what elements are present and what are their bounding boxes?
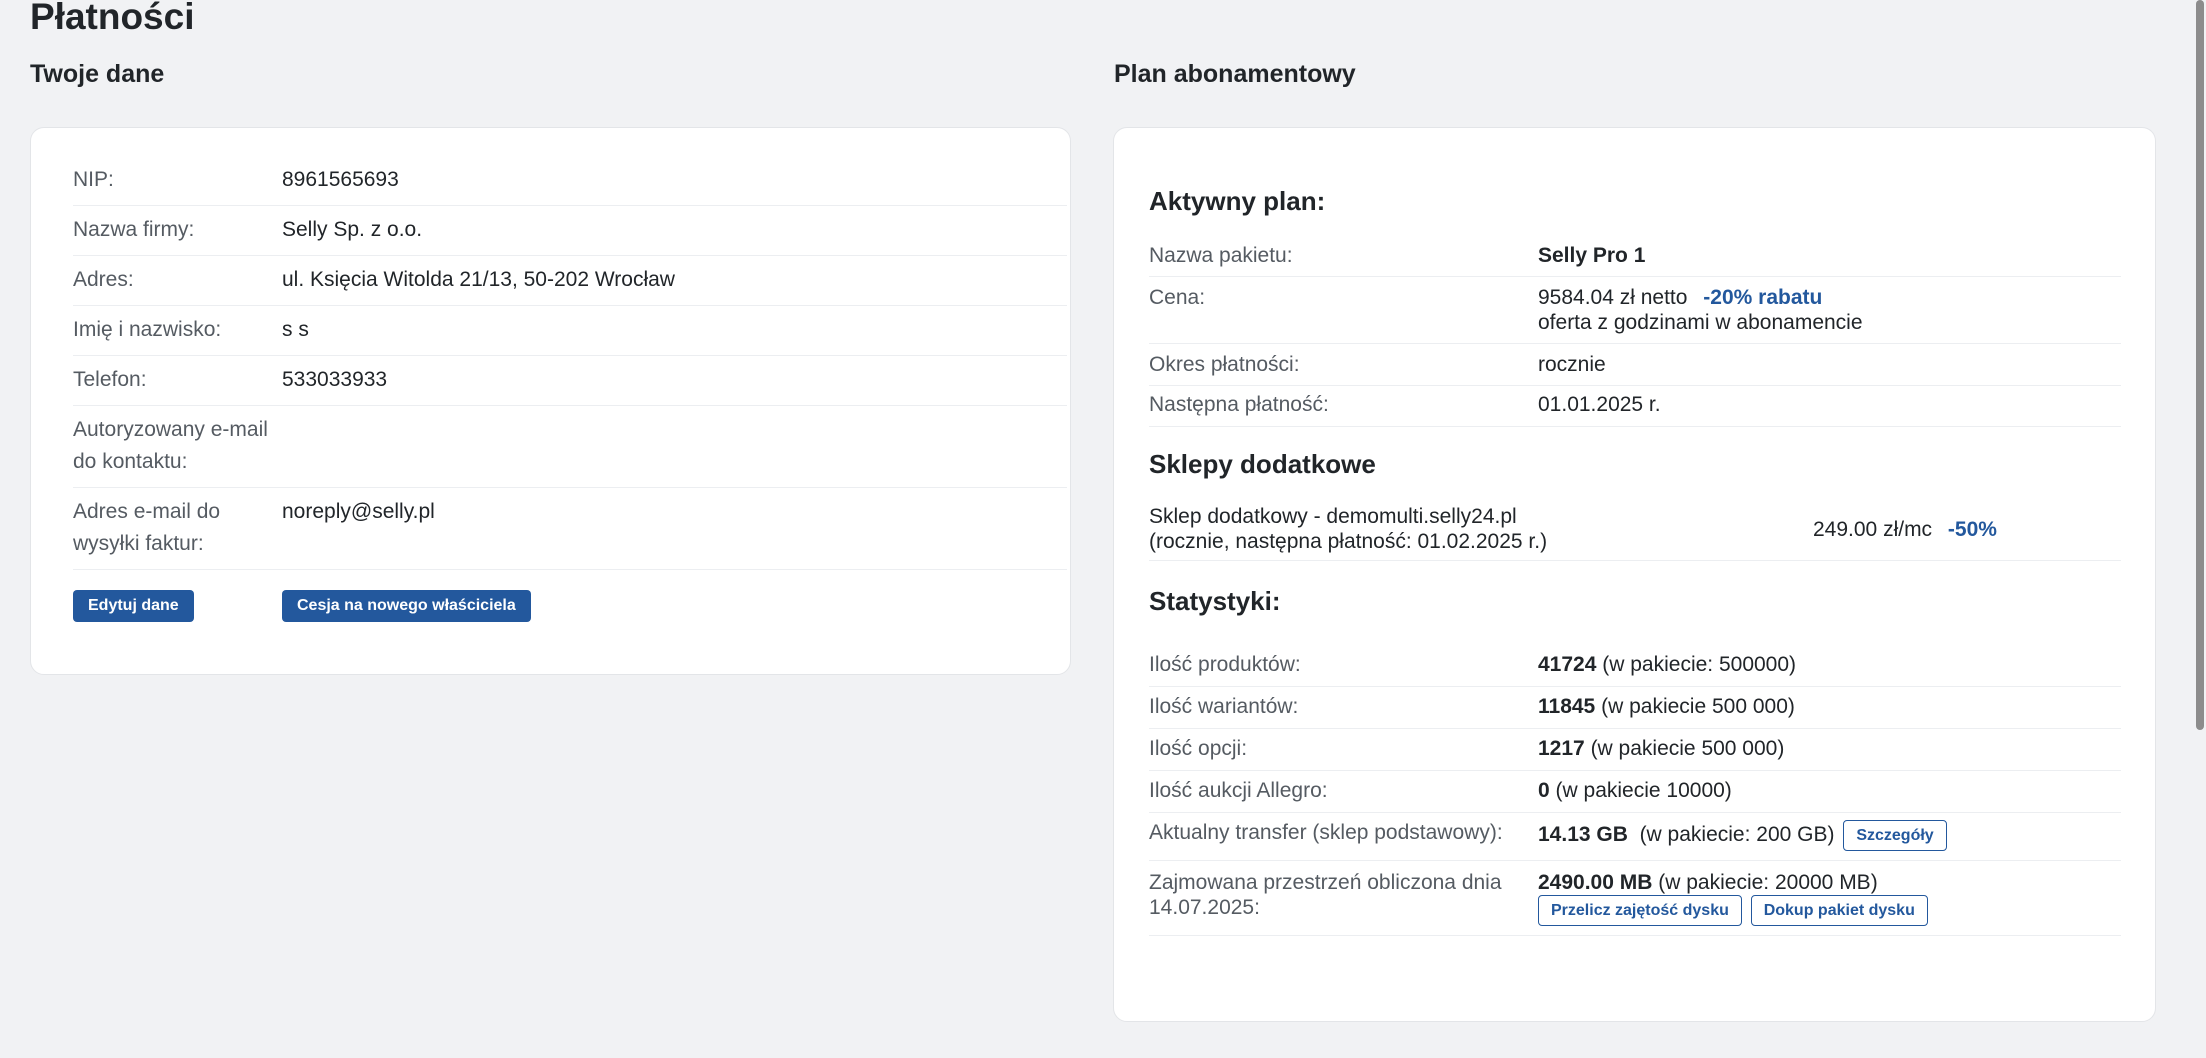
section-title-your-data: Twoje dane	[30, 60, 165, 88]
extra-shop-billing: (rocznie, następna płatność: 01.02.2025 …	[1149, 530, 1548, 553]
price-label: Cena:	[1149, 286, 1206, 309]
row-extra-shop: Sklep dodatkowy - demomulti.selly24.pl (…	[1149, 500, 2121, 561]
scrollbar-track[interactable]	[2193, 0, 2206, 1058]
row-invoice-email: Adres e-mail do wysyłki faktur: noreply@…	[73, 488, 1067, 570]
payment-period-label: Okres płatności:	[1149, 353, 1300, 376]
row-address: Adres: ul. Księcia Witolda 21/13, 50-202…	[73, 256, 1067, 306]
phone-value: 533033933	[282, 368, 388, 391]
nip-label: NIP:	[73, 168, 114, 191]
full-name-label: Imię i nazwisko:	[73, 318, 222, 341]
company-actions: Edytuj dane Cesja na nowego właściciela	[73, 570, 1067, 622]
row-payment-period: Okres płatności: rocznie	[1149, 344, 2121, 386]
company-data-card: NIP: 8961565693 Nazwa firmy: Selly Sp. z…	[30, 127, 1071, 675]
section-title-subscription-plan: Plan abonamentowy	[1114, 60, 1356, 88]
contact-email-label: Autoryzowany e-mail do kontaktu:	[73, 418, 268, 473]
transfer-details-button[interactable]: Szczegóły	[1843, 820, 1947, 851]
disk-usage-label: Zajmowana przestrzeń obliczona dnia 14.0…	[1149, 871, 1502, 919]
address-value: ul. Księcia Witolda 21/13, 50-202 Wrocła…	[282, 268, 675, 291]
options-label: Ilość opcji:	[1149, 737, 1248, 760]
transfer-label: Aktualny transfer (sklep podstawowy):	[1149, 821, 1503, 844]
products-value: 41724 (w pakiecie: 500000)	[1538, 653, 1797, 676]
package-name-value: Selly Pro 1	[1538, 244, 1646, 267]
full-name-value: s s	[282, 318, 309, 341]
row-variants: Ilość wariantów: 11845 (w pakiecie 500 0…	[1149, 687, 2121, 729]
edit-data-button[interactable]: Edytuj dane	[73, 590, 194, 622]
price-amount: 9584.04 zł netto	[1538, 286, 1688, 309]
variants-label: Ilość wariantów:	[1149, 695, 1299, 718]
extra-shop-description: Sklep dodatkowy - demomulti.selly24.pl (…	[1149, 504, 1813, 554]
row-full-name: Imię i nazwisko: s s	[73, 306, 1067, 356]
contact-email-value	[282, 414, 1067, 478]
products-label: Ilość produktów:	[1149, 653, 1301, 676]
edit-button-cell: Edytuj dane	[73, 590, 282, 622]
disk-usage-value: 2490.00 MB (w pakiecie: 20000 MB) Przeli…	[1538, 870, 2121, 926]
row-products: Ilość produktów: 41724 (w pakiecie: 5000…	[1149, 645, 2121, 687]
page-title: Płatności	[30, 0, 195, 37]
row-next-payment: Następna płatność: 01.01.2025 r.	[1149, 386, 2121, 427]
package-name-label: Nazwa pakietu:	[1149, 244, 1293, 267]
plan-content: Aktywny plan: Nazwa pakietu: Selly Pro 1…	[1149, 128, 2121, 936]
next-payment-label: Następna płatność:	[1149, 393, 1329, 416]
payment-period-value: rocznie	[1538, 353, 1606, 376]
next-payment-value: 01.01.2025 r.	[1538, 393, 1661, 416]
allegro-auctions-label: Ilość aukcji Allegro:	[1149, 779, 1328, 802]
invoice-email-label: Adres e-mail do wysyłki faktur:	[73, 500, 221, 555]
company-data-table: NIP: 8961565693 Nazwa firmy: Selly Sp. z…	[73, 156, 1067, 622]
statistics-heading: Statystyki:	[1149, 586, 1281, 616]
row-transfer: Aktualny transfer (sklep podstawowy): 14…	[1149, 813, 2121, 861]
company-name-value: Selly Sp. z o.o.	[282, 218, 423, 241]
row-options: Ilość opcji: 1217 (w pakiecie 500 000)	[1149, 729, 2121, 771]
phone-label: Telefon:	[73, 368, 147, 391]
buy-disk-package-button[interactable]: Dokup pakiet dysku	[1750, 895, 1928, 926]
row-company-name: Nazwa firmy: Selly Sp. z o.o.	[73, 206, 1067, 256]
transfer-ownership-button[interactable]: Cesja na nowego właściciela	[282, 590, 531, 622]
row-disk-usage: Zajmowana przestrzeń obliczona dnia 14.0…	[1149, 861, 2121, 936]
price-note: oferta z godzinami w abonamencie	[1538, 311, 1863, 334]
subscription-plan-card: Aktywny plan: Nazwa pakietu: Selly Pro 1…	[1113, 127, 2156, 1022]
company-name-label: Nazwa firmy:	[73, 218, 195, 241]
row-allegro-auctions: Ilość aukcji Allegro: 0 (w pakiecie 1000…	[1149, 771, 2121, 813]
invoice-email-value: noreply@selly.pl	[282, 500, 435, 523]
row-nip: NIP: 8961565693	[73, 156, 1067, 206]
row-package-name: Nazwa pakietu: Selly Pro 1	[1149, 235, 2121, 277]
price-discount: -20% rabatu	[1703, 286, 1823, 309]
extra-shop-discount: -50%	[1947, 517, 1997, 541]
row-contact-email: Autoryzowany e-mail do kontaktu:	[73, 406, 1067, 488]
transfer-value: 14.13 GB (w pakiecie: 200 GB) Szczegóły	[1538, 820, 2121, 851]
variants-value: 11845 (w pakiecie 500 000)	[1538, 695, 1795, 718]
price-value: 9584.04 zł netto -20% rabatu oferta z go…	[1538, 285, 2121, 335]
row-price: Cena: 9584.04 zł netto -20% rabatu ofert…	[1149, 277, 2121, 344]
extra-shop-price-cell: 249.00 zł/mc -50%	[1813, 517, 1997, 542]
address-label: Adres:	[73, 268, 134, 291]
nip-value: 8961565693	[282, 168, 399, 191]
active-plan-heading: Aktywny plan:	[1149, 186, 1326, 216]
row-phone: Telefon: 533033933	[73, 356, 1067, 406]
allegro-auctions-value: 0 (w pakiecie 10000)	[1538, 779, 1732, 802]
recalculate-disk-button[interactable]: Przelicz zajętość dysku	[1538, 895, 1742, 926]
options-value: 1217 (w pakiecie 500 000)	[1538, 737, 1785, 760]
scrollbar-thumb[interactable]	[2196, 0, 2204, 730]
extra-shop-price: 249.00 zł/mc	[1813, 517, 1933, 541]
extra-shop-name: Sklep dodatkowy - demomulti.selly24.pl	[1149, 505, 1517, 528]
extra-shops-heading: Sklepy dodatkowe	[1149, 449, 1376, 479]
